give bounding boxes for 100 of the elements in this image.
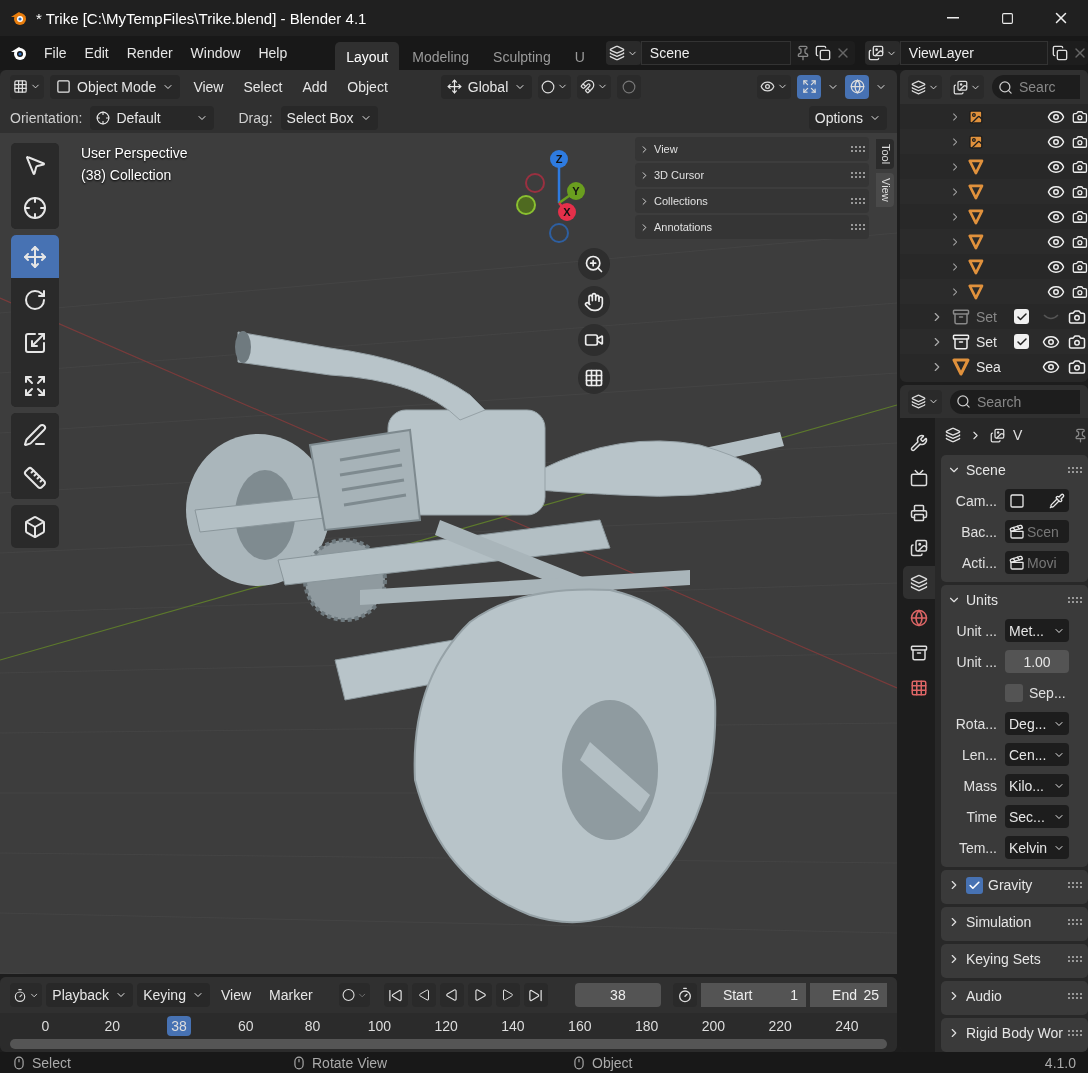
end-frame-field[interactable]: End 25: [810, 983, 888, 1007]
dropdown[interactable]: Kilo...: [1005, 774, 1069, 797]
workspace-tab[interactable]: Sculpting: [482, 41, 562, 71]
sidebar-tab[interactable]: Tool: [876, 139, 894, 170]
display-mode-button[interactable]: [908, 75, 942, 99]
play-button[interactable]: [467, 983, 492, 1007]
search-field[interactable]: Search: [950, 389, 1080, 414]
panel-title[interactable]: Scene: [966, 462, 1063, 478]
axis-handle[interactable]: X: [558, 202, 576, 221]
perspective-button[interactable]: [578, 362, 610, 394]
move-tool[interactable]: [11, 235, 59, 278]
jump-end-button[interactable]: [523, 983, 548, 1007]
exclude-checkbox[interactable]: [1014, 334, 1029, 349]
panel-title[interactable]: Rigid Body Wor: [966, 1025, 1063, 1041]
menu-item[interactable]: File: [36, 41, 75, 65]
view-layer-selector-button[interactable]: [864, 41, 900, 65]
sidebar-tab[interactable]: View: [876, 173, 894, 207]
filter-button[interactable]: [950, 75, 984, 99]
workspace-tab[interactable]: U: [563, 41, 596, 71]
dropdown[interactable]: Sec...: [1005, 805, 1069, 828]
axis-handle[interactable]: [549, 223, 569, 243]
axis-handle[interactable]: [516, 195, 536, 215]
menu-item[interactable]: Help: [250, 41, 296, 65]
play-reverse-button[interactable]: [439, 983, 464, 1007]
camera-view-button[interactable]: [578, 324, 610, 356]
scene-selector-button[interactable]: [605, 41, 641, 65]
panel-title[interactable]: Keying Sets: [966, 951, 1063, 967]
header-menu[interactable]: Select: [236, 78, 290, 95]
pin-icon[interactable]: [1073, 427, 1088, 443]
pivot-button[interactable]: [538, 74, 572, 99]
menu-item[interactable]: Window: [182, 41, 249, 65]
dropdown[interactable]: Cen...: [1005, 743, 1069, 766]
jump-start-button[interactable]: [383, 983, 408, 1007]
checkbox[interactable]: [1005, 683, 1023, 702]
auto-key-button[interactable]: [338, 983, 371, 1007]
axis-handle[interactable]: Z: [550, 150, 568, 203]
camera-icon[interactable]: [1068, 307, 1086, 326]
sidebar-panel-header[interactable]: Annotations: [635, 215, 869, 239]
header-menu[interactable]: View: [186, 78, 231, 95]
timeline-scrollbar[interactable]: [10, 1039, 887, 1049]
copy-icon[interactable]: [1051, 45, 1068, 61]
dropdown[interactable]: Deg...: [1005, 712, 1069, 735]
camera-icon[interactable]: [1068, 357, 1086, 376]
pan-button[interactable]: [578, 286, 610, 318]
outliner-item-name[interactable]: Sea: [976, 358, 1014, 375]
panel-title[interactable]: Gravity: [988, 877, 1063, 893]
timeline-menu[interactable]: Marker: [262, 987, 320, 1003]
copy-icon[interactable]: [814, 45, 831, 61]
exclude-checkbox[interactable]: [1014, 309, 1029, 324]
number-field[interactable]: 1.00: [1005, 650, 1069, 673]
search-field[interactable]: Searc: [992, 75, 1080, 99]
panel-title[interactable]: Audio: [966, 988, 1063, 1004]
proportional-edit-button[interactable]: [617, 74, 642, 99]
scene-name-field[interactable]: Scene: [640, 41, 791, 65]
drag-select[interactable]: Select Box: [280, 106, 378, 130]
sidebar-panel-header[interactable]: View: [635, 137, 869, 161]
axis-handle[interactable]: [525, 173, 545, 193]
camera-field[interactable]: [1005, 489, 1069, 512]
overlay-toggle-button[interactable]: [845, 74, 869, 99]
panel-title[interactable]: Simulation: [966, 914, 1063, 930]
header-menu[interactable]: Object: [340, 78, 395, 95]
current-frame-marker[interactable]: 38: [167, 1016, 191, 1036]
camera-icon[interactable]: [1068, 332, 1086, 351]
workspace-tab[interactable]: Modeling: [401, 41, 481, 71]
3d-viewport[interactable]: User Perspective (38) Collection Z Y X View 3D Cursor Collections Annotations Tool View: [0, 133, 897, 974]
visibility-button[interactable]: [757, 74, 791, 99]
start-frame-field[interactable]: Start 1: [700, 983, 807, 1007]
current-frame-field[interactable]: 38: [574, 983, 662, 1007]
timeline-menu[interactable]: View: [213, 987, 259, 1003]
menu-item[interactable]: Edit: [76, 41, 117, 65]
sidebar-panel-header[interactable]: 3D Cursor: [635, 163, 869, 187]
orientation-select[interactable]: Default: [90, 106, 215, 130]
view-layer-name-field[interactable]: ViewLayer: [899, 41, 1048, 65]
checkbox[interactable]: [966, 876, 983, 894]
header-menu[interactable]: Add: [295, 78, 335, 95]
panel-title[interactable]: Units: [966, 592, 1063, 608]
timeline-menu[interactable]: Playback: [46, 983, 134, 1007]
outliner-item-name[interactable]: Set: [976, 333, 1014, 350]
datablock-field[interactable]: Scen: [1005, 520, 1069, 543]
sidebar-panel-header[interactable]: Collections: [635, 189, 869, 213]
previous-keyframe-button[interactable]: [411, 983, 436, 1007]
options-dropdown[interactable]: Options: [808, 106, 887, 130]
editor-type-button[interactable]: [908, 389, 942, 414]
dropdown[interactable]: Kelvin: [1005, 836, 1069, 859]
dropdown[interactable]: Met...: [1005, 619, 1069, 642]
mode-dropdown[interactable]: Object Mode: [50, 74, 181, 99]
workspace-tab[interactable]: Layout: [335, 41, 400, 71]
outliner-item-name[interactable]: Set: [976, 308, 1014, 325]
orientation-dropdown[interactable]: Global: [440, 74, 533, 99]
editor-type-button[interactable]: [10, 983, 43, 1007]
preview-range-button[interactable]: [672, 983, 697, 1007]
editor-type-button[interactable]: [10, 74, 44, 99]
zoom-button[interactable]: [578, 248, 610, 280]
next-keyframe-button[interactable]: [495, 983, 520, 1007]
gizmo-toggle-button[interactable]: [797, 74, 821, 99]
snap-button[interactable]: [577, 74, 612, 99]
properties-tab[interactable]: [903, 566, 935, 599]
datablock-field[interactable]: Movi: [1005, 551, 1069, 574]
menu-item[interactable]: Render: [118, 41, 181, 65]
timeline-menu[interactable]: Keying: [137, 983, 210, 1007]
